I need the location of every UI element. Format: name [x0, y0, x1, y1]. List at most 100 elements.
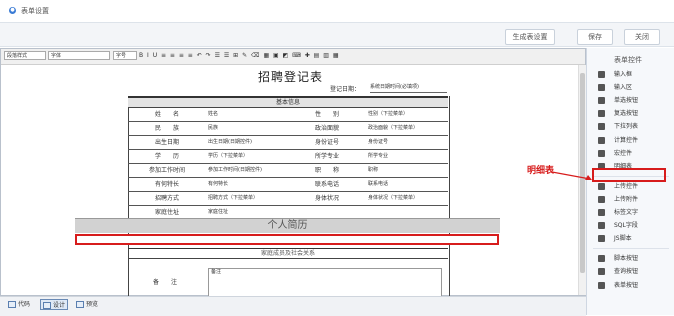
attachment-icon	[598, 195, 605, 203]
upload-icon	[598, 182, 605, 190]
field-label: 出生日期	[154, 139, 179, 146]
field-value[interactable]: 所学专业	[368, 150, 448, 163]
control-item[interactable]: 宏控件	[593, 148, 669, 159]
gear-icon	[598, 149, 605, 157]
field-label: 联系电话	[314, 181, 339, 188]
tab-preview[interactable]: 预览	[74, 299, 100, 310]
preview-icon	[76, 301, 84, 308]
field-value[interactable]: 招聘方式（下拉菜单）	[208, 192, 288, 205]
field-value[interactable]: 身体状况（下拉菜单）	[368, 192, 448, 205]
field-label: 招聘方式	[154, 195, 179, 202]
design-icon	[43, 302, 51, 309]
control-item-label: 下拉列表	[614, 123, 639, 131]
control-item[interactable]: 上传附件	[593, 194, 669, 205]
callout-label: 明细表	[527, 166, 555, 176]
code-icon	[8, 301, 16, 308]
paragraph-style-select[interactable]: 段落样式	[4, 51, 46, 60]
control-item[interactable]: 单选按钮	[593, 95, 669, 106]
field-value[interactable]: 性别（下拉菜单）	[368, 108, 448, 121]
dropdown-icon	[598, 123, 605, 131]
control-item-label: 单选按钮	[614, 97, 639, 105]
control-item-label: 宏控件	[614, 149, 633, 157]
formatting-icons[interactable]: B I U ≡ ≡ ≡ ≡ ↶ ↷ ☰ ☰ ⊞ ✎ ⌫ ▦ ▣ ◩ ⌨ ✚ ▤ …	[139, 52, 340, 59]
control-item-label: 表单按钮	[614, 281, 639, 289]
query-button-icon	[598, 268, 605, 276]
editor-toolbar: 段落样式 字体 字号 B I U ≡ ≡ ≡ ≡ ↶ ↷ ☰ ☰ ⊞ ✎ ⌫ ▦…	[1, 49, 585, 65]
field-value[interactable]: 参加工作时间(日期控件)	[208, 164, 288, 177]
controls-panel-title: 表单控件	[614, 56, 642, 64]
control-item-label: JS脚本	[614, 235, 632, 243]
generate-table-button[interactable]: 生成表设置	[505, 29, 555, 45]
textarea-icon	[598, 84, 605, 92]
abc-icon	[598, 71, 605, 78]
control-item-label: 上传控件	[614, 182, 639, 190]
control-item[interactable]: 输入框	[593, 69, 669, 80]
field-value[interactable]: 学历（下拉菜单）	[208, 150, 288, 163]
field-label: 有何特长	[154, 181, 179, 188]
control-item-label: 脚本按钮	[614, 255, 639, 263]
field-label: 身体状况	[314, 195, 339, 202]
date-field[interactable]: 系统日期时间(必填项)	[370, 83, 447, 93]
control-item[interactable]: 查询按钮	[593, 266, 669, 277]
font-select[interactable]: 字体	[48, 51, 110, 60]
table-row: 学 历 学历（下拉菜单） 所学专业 所学专业	[128, 150, 448, 164]
control-item[interactable]: 脚本按钮	[593, 253, 669, 264]
close-button[interactable]: 关闭	[624, 29, 660, 45]
save-button[interactable]: 保存	[577, 29, 613, 45]
field-value[interactable]: 出生日期(日期控件)	[208, 136, 288, 149]
control-item-label: 复选按钮	[614, 110, 639, 118]
form-button-icon	[598, 281, 605, 289]
control-item-label: 查询按钮	[614, 268, 639, 276]
field-label: 学 历	[154, 153, 179, 160]
control-item-label: 上传附件	[614, 195, 639, 203]
field-value[interactable]: 政治面貌（下拉菜单）	[368, 122, 448, 135]
control-item-label: 计算控件	[614, 136, 639, 144]
field-label: 性 别	[314, 111, 339, 118]
sql-icon	[598, 222, 605, 230]
checkbox-icon	[598, 110, 605, 118]
callout-arrow	[552, 171, 592, 180]
field-label: 姓 名	[154, 111, 179, 118]
table-row: 招聘方式 招聘方式（下拉菜单） 身体状况 身体状况（下拉菜单）	[128, 192, 448, 206]
radio-icon	[598, 97, 605, 105]
field-label: 职 称	[314, 167, 339, 174]
control-item[interactable]: 下拉列表	[593, 121, 669, 132]
field-value[interactable]: 联系电话	[368, 178, 448, 191]
action-bar	[0, 23, 674, 47]
control-item[interactable]: 上传控件	[593, 181, 669, 192]
control-item[interactable]: JS脚本	[593, 233, 669, 244]
field-value[interactable]: 有何特长	[208, 178, 288, 191]
field-value[interactable]: 身份证号	[368, 136, 448, 149]
field-label: 政治面貌	[314, 125, 339, 132]
table-row: 出生日期 出生日期(日期控件) 身份证号 身份证号	[128, 136, 448, 150]
detail-table-placeholder[interactable]	[75, 234, 499, 245]
field-value[interactable]: 民族	[208, 122, 288, 135]
section-family: 家庭成员及社会关系	[128, 248, 448, 259]
field-value[interactable]: 姓名	[208, 108, 288, 121]
remark-label: 备 注	[152, 279, 177, 286]
field-label: 参加工作时间	[148, 167, 185, 174]
section-resume: 个人简历	[75, 218, 500, 233]
table-row: 民 族 民族 政治面貌 政治面貌（下拉菜单）	[128, 122, 448, 136]
tab-design[interactable]: 设计	[40, 299, 69, 310]
control-item[interactable]: SQL字段	[593, 220, 669, 231]
control-item[interactable]: 输入区	[593, 82, 669, 93]
control-item-label: SQL字段	[614, 222, 638, 230]
section-basic-info: 基本信息	[128, 96, 448, 108]
table-row: 姓 名 姓名 性 别 性别（下拉菜单）	[128, 108, 448, 122]
date-label: 登记日期：	[330, 86, 361, 93]
detail-table-highlight	[592, 168, 666, 182]
font-size-select[interactable]: 字号	[113, 51, 137, 60]
control-item[interactable]: 复选按钮	[593, 108, 669, 119]
control-item[interactable]: 计算控件	[593, 135, 669, 146]
remark-field[interactable]: 备注	[208, 268, 442, 298]
settings-icon: ●	[9, 7, 16, 14]
control-item[interactable]: 标签文字	[593, 207, 669, 218]
tab-code[interactable]: 代码	[6, 299, 32, 310]
remark-value: 备注	[211, 269, 222, 275]
form-title: 招聘登记表	[258, 70, 324, 84]
control-item[interactable]: 表单按钮	[593, 280, 669, 291]
field-value[interactable]: 职称	[368, 164, 448, 177]
control-item-label: 标签文字	[614, 209, 639, 216]
field-label: 身份证号	[314, 139, 339, 146]
